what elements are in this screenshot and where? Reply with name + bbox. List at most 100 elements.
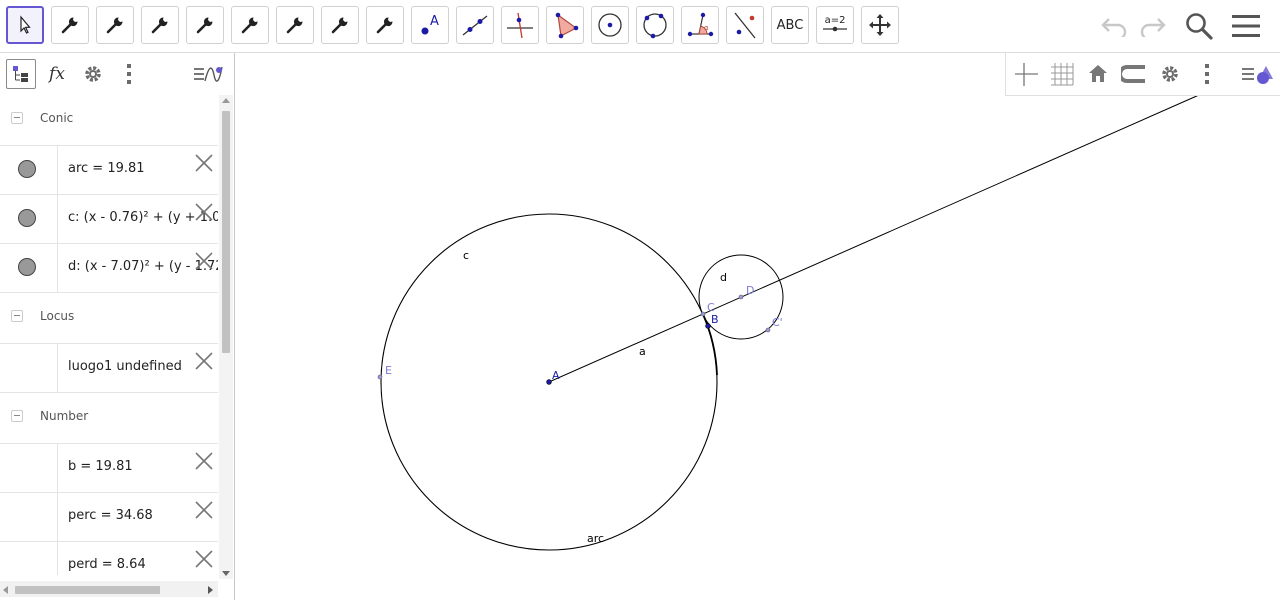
algebra-item[interactable]: d: (x - 7.07)² + (y - 1.72) (0, 244, 218, 293)
collapse-group-icon[interactable] (11, 310, 23, 322)
label-arc: arc (587, 532, 604, 545)
close-icon (195, 352, 213, 370)
angle-tool-button[interactable]: α (681, 6, 719, 44)
circle-center-tool-button[interactable] (591, 6, 629, 44)
close-icon (195, 203, 213, 221)
wrench-icon (286, 17, 303, 34)
algebra-vertical-scrollbar[interactable] (219, 95, 233, 579)
standard-view-button[interactable] (1083, 59, 1113, 89)
circle-three-points-icon (643, 13, 667, 39)
delete-item-button[interactable] (193, 450, 215, 472)
circle-three-points-tool-button[interactable] (636, 6, 674, 44)
algebra-item[interactable]: perc = 34.68 (0, 493, 218, 542)
move-tool-button[interactable] (6, 6, 44, 44)
slider-tool-button[interactable]: a=2 (816, 6, 854, 44)
algebra-group-locus: Locus (0, 293, 218, 344)
wrench-icon (151, 17, 168, 34)
redo-button[interactable] (1134, 8, 1170, 44)
text-tool-button[interactable]: ABC (771, 6, 809, 44)
algebra-item[interactable]: perd = 8.64 (0, 542, 218, 575)
custom-tool-6-button[interactable] (276, 6, 314, 44)
visibility-cell (0, 195, 58, 243)
more-vert-icon (127, 64, 131, 84)
delete-item-button[interactable] (193, 152, 215, 174)
scroll-up-icon[interactable] (222, 97, 230, 103)
move-graphics-icon (869, 14, 891, 36)
algebra-stylebar-toggle[interactable] (190, 59, 226, 89)
undo-button[interactable] (1097, 8, 1133, 44)
label-D: D (746, 284, 754, 297)
custom-tool-4-button[interactable] (186, 6, 224, 44)
text-tool-label: ABC (776, 17, 804, 33)
reflect-tool-button[interactable] (726, 6, 764, 44)
custom-tool-1-button[interactable] (51, 6, 89, 44)
scroll-left-icon[interactable] (2, 586, 8, 594)
algebra-more-button[interactable] (114, 59, 144, 89)
custom-tool-7-button[interactable] (321, 6, 359, 44)
close-icon (195, 252, 213, 270)
graphics-style-bar (1005, 53, 1280, 96)
algebra-tree-icon (13, 66, 28, 82)
label-A: A (552, 369, 560, 382)
label-B: B (711, 313, 719, 326)
point-D[interactable] (738, 294, 744, 300)
line-tool-button[interactable] (456, 6, 494, 44)
point-capturing-button[interactable] (1119, 59, 1149, 89)
label-c: c (463, 249, 469, 262)
scroll-down-icon[interactable] (222, 571, 230, 577)
toggle-grid-button[interactable] (1047, 59, 1077, 89)
delete-item-button[interactable] (193, 350, 215, 372)
algebra-horizontal-scrollbar[interactable] (0, 581, 218, 597)
algebra-horizontal-scroll-thumb[interactable] (15, 586, 160, 594)
point-B[interactable] (705, 323, 711, 329)
main-menu-button[interactable] (1228, 8, 1264, 44)
visibility-toggle[interactable] (18, 258, 36, 276)
delete-item-button[interactable] (193, 250, 215, 272)
algebra-item[interactable]: b = 19.81 (0, 444, 218, 493)
scroll-right-icon[interactable] (208, 586, 214, 594)
close-icon (195, 501, 213, 519)
collapse-group-icon[interactable] (11, 410, 23, 422)
graphics-view[interactable]: c d a arc A B C D C' E (240, 53, 1280, 600)
custom-tool-5-button[interactable] (231, 6, 269, 44)
polygon-icon (555, 12, 579, 39)
ray-a[interactable] (548, 94, 1200, 383)
perpendicular-tool-button[interactable] (501, 6, 539, 44)
label-a: a (639, 345, 646, 358)
move-graphics-tool-button[interactable] (861, 6, 899, 44)
algebra-item[interactable]: c: (x - 0.76)² + (y + 1.08 (0, 195, 218, 244)
input-help-button[interactable]: 𝑓x (42, 59, 72, 89)
redo-icon (1140, 18, 1166, 37)
point-C-prime[interactable] (765, 327, 771, 333)
point-tool-button[interactable]: A (411, 6, 449, 44)
polygon-tool-button[interactable] (546, 6, 584, 44)
arrow-icon (20, 15, 31, 34)
custom-tool-2-button[interactable] (96, 6, 134, 44)
delete-item-button[interactable] (193, 548, 215, 570)
toggle-axes-button[interactable] (1011, 59, 1041, 89)
graphics-more-button[interactable] (1192, 59, 1222, 89)
algebra-description-button[interactable] (6, 59, 36, 89)
search-button[interactable] (1181, 8, 1217, 44)
collapse-group-icon[interactable] (11, 112, 23, 124)
custom-tool-3-button[interactable] (141, 6, 179, 44)
algebra-settings-button[interactable] (78, 59, 108, 89)
point-C[interactable] (700, 311, 706, 317)
custom-tool-8-button[interactable] (366, 6, 404, 44)
wrench-icon (61, 17, 78, 34)
graphics-settings-button[interactable] (1155, 59, 1185, 89)
algebra-item[interactable]: arc = 19.81 (0, 146, 218, 195)
delete-item-button[interactable] (193, 201, 215, 223)
delete-item-button[interactable] (193, 499, 215, 521)
graphics-stylebar-toggle[interactable] (1239, 59, 1275, 89)
point-E[interactable] (377, 374, 383, 380)
visibility-toggle[interactable] (18, 209, 36, 227)
algebra-item[interactable]: luogo1 undefined (0, 344, 218, 393)
more-vert-icon (1205, 64, 1209, 84)
visibility-cell (0, 146, 58, 194)
visibility-toggle[interactable] (18, 160, 36, 178)
algebra-vertical-scroll-thumb[interactable] (222, 111, 230, 353)
point-A[interactable] (546, 379, 552, 385)
wrench-icon (196, 17, 213, 34)
algebra-group-title: Number (40, 409, 89, 423)
